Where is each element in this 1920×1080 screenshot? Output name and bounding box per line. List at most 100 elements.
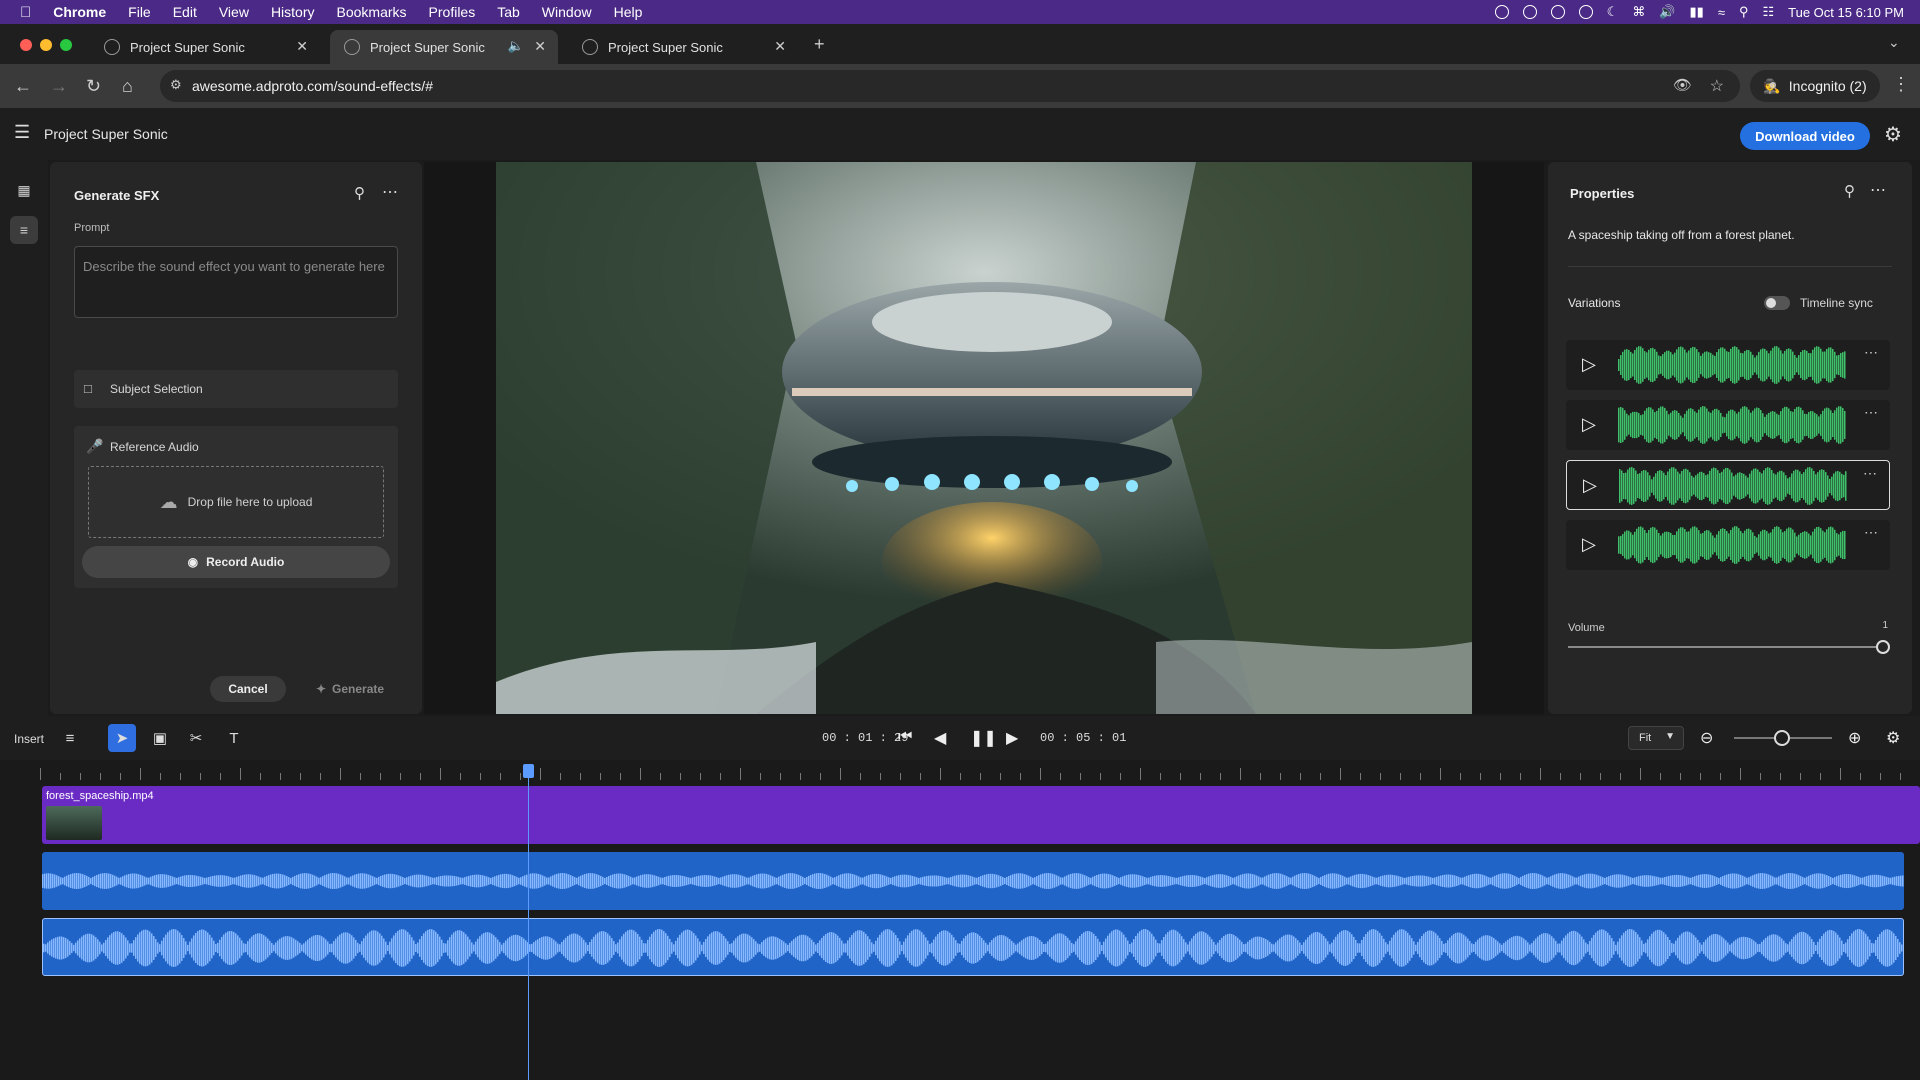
back-icon[interactable]: ← xyxy=(14,76,32,97)
bookmark-star-icon[interactable]: ☆ xyxy=(1710,76,1724,96)
minimize-window-button[interactable] xyxy=(40,39,52,51)
eye-slash-icon[interactable]: 👁 xyxy=(1673,76,1692,94)
variation-more-icon[interactable]: ⋯ xyxy=(1864,344,1878,361)
play-icon[interactable]: ▷ xyxy=(1583,475,1597,496)
menubar-clock[interactable]: Tue Oct 15 6:10 PM xyxy=(1788,5,1904,20)
variation-row[interactable]: ▷ ⋯ xyxy=(1566,340,1890,390)
status-app-icon[interactable] xyxy=(1578,5,1593,19)
crop-tool-icon[interactable]: ▣ xyxy=(146,724,174,752)
speaker-icon[interactable]: 🔈 xyxy=(508,38,524,54)
timeline-sync-toggle[interactable] xyxy=(1764,296,1790,310)
close-window-button[interactable] xyxy=(20,39,32,51)
video-preview[interactable] xyxy=(496,162,1472,714)
video-clip[interactable]: forest_spaceship.mp4 xyxy=(42,786,1920,844)
cut-tool-icon[interactable]: ✂ xyxy=(182,724,210,752)
new-tab-icon[interactable]: + xyxy=(814,34,825,55)
bluetooth-icon[interactable]: ⌘ xyxy=(1632,4,1645,20)
step-forward-icon[interactable]: ▶ xyxy=(1006,728,1018,748)
volume-icon[interactable]: 🔊 xyxy=(1659,4,1675,20)
audio-waveform xyxy=(43,929,1903,967)
zoom-out-icon[interactable]: ⊖ xyxy=(1700,728,1713,748)
download-video-button[interactable]: Download video xyxy=(1740,122,1870,150)
wifi-icon[interactable]: ≈ xyxy=(1718,5,1725,20)
menu-tab[interactable]: Tab xyxy=(497,4,520,20)
variation-more-icon[interactable]: ⋯ xyxy=(1864,404,1878,421)
timeline-sync-control[interactable]: Timeline sync xyxy=(1764,296,1873,310)
menu-history[interactable]: History xyxy=(271,4,315,20)
variation-row[interactable]: ▷ ⋯ xyxy=(1566,520,1890,570)
moon-icon[interactable]: ☾ xyxy=(1607,4,1619,20)
menu-bookmarks[interactable]: Bookmarks xyxy=(337,4,407,20)
zoom-in-icon[interactable]: ⊕ xyxy=(1848,728,1861,748)
close-tab-icon[interactable]: ✕ xyxy=(296,38,308,55)
zoom-slider-handle[interactable] xyxy=(1774,730,1790,746)
tab-search-icon[interactable]: ⌄ xyxy=(1888,34,1900,51)
media-library-icon[interactable]: ▦ xyxy=(10,176,38,204)
more-options-icon[interactable]: ⋯ xyxy=(382,182,398,202)
status-app-icon[interactable] xyxy=(1522,5,1537,19)
play-icon[interactable]: ▷ xyxy=(1582,414,1596,435)
incognito-icon: 🕵 xyxy=(1763,77,1781,94)
volume-slider-track[interactable] xyxy=(1568,646,1884,648)
sound-effects-icon[interactable]: ≡ xyxy=(10,216,38,244)
more-options-icon[interactable]: ⋯ xyxy=(1870,180,1886,200)
close-tab-icon[interactable]: ✕ xyxy=(534,38,546,55)
battery-icon[interactable]: ▮▮ xyxy=(1690,4,1704,20)
select-tool-icon[interactable]: ➤ xyxy=(108,724,136,752)
pause-icon[interactable]: ❚❚ xyxy=(970,728,997,748)
menu-file[interactable]: File xyxy=(128,4,151,20)
menu-view[interactable]: View xyxy=(219,4,249,20)
menu-edit[interactable]: Edit xyxy=(173,4,197,20)
play-icon[interactable]: ▷ xyxy=(1582,354,1596,375)
zoom-window-button[interactable] xyxy=(60,39,72,51)
file-drop-zone[interactable]: ☁ Drop file here to upload xyxy=(88,466,384,538)
browser-tab-active[interactable]: Project Super Sonic 🔈 ✕ xyxy=(330,30,558,64)
generate-button[interactable]: ✦ Generate xyxy=(302,676,398,702)
prompt-input[interactable]: Describe the sound effect you want to ge… xyxy=(74,246,398,318)
playhead[interactable] xyxy=(528,770,529,1080)
volume-slider-handle[interactable] xyxy=(1876,640,1890,654)
browser-menu-icon[interactable]: ⋮ xyxy=(1892,74,1910,95)
reload-icon[interactable]: ↻ xyxy=(86,76,101,97)
zoom-fit-select[interactable]: Fit ▼ xyxy=(1628,726,1684,750)
home-icon[interactable]: ⌂ xyxy=(122,76,133,97)
audio-clip[interactable] xyxy=(42,852,1904,910)
search-icon[interactable]: ⚲ xyxy=(354,184,365,202)
text-tool-icon[interactable]: T xyxy=(220,724,248,752)
time-ruler[interactable] xyxy=(40,766,1920,780)
variation-row[interactable]: ▷ ⋯ xyxy=(1566,460,1890,510)
menu-window[interactable]: Window xyxy=(542,4,592,20)
search-icon[interactable]: ⚲ xyxy=(1844,182,1855,200)
site-info-icon[interactable]: ⚙ xyxy=(170,77,182,93)
browser-tab[interactable]: Project Super Sonic ✕ xyxy=(90,30,320,64)
variation-more-icon[interactable]: ⋯ xyxy=(1863,465,1877,482)
close-tab-icon[interactable]: ✕ xyxy=(774,38,786,55)
variation-more-icon[interactable]: ⋯ xyxy=(1864,524,1878,541)
forward-icon[interactable]: → xyxy=(50,76,68,97)
timeline-sync-label: Timeline sync xyxy=(1800,296,1873,310)
address-bar[interactable]: ⚙ awesome.adproto.com/sound-effects/# 👁 … xyxy=(160,70,1740,102)
status-app-icon[interactable] xyxy=(1550,5,1565,19)
menu-profiles[interactable]: Profiles xyxy=(429,4,476,20)
gear-icon[interactable]: ⚙ xyxy=(1884,122,1902,147)
spotlight-icon[interactable]: ⚲ xyxy=(1739,4,1749,20)
incognito-badge[interactable]: 🕵 Incognito (2) xyxy=(1750,70,1880,102)
hamburger-menu-icon[interactable]: ☰ xyxy=(14,122,30,143)
timeline-settings-icon[interactable]: ⚙ xyxy=(1886,728,1900,748)
skip-back-icon[interactable]: ⏮ xyxy=(898,728,912,746)
play-icon[interactable]: ▷ xyxy=(1582,534,1596,555)
audio-insert-icon[interactable]: ≡ xyxy=(56,724,84,752)
menu-help[interactable]: Help xyxy=(614,4,643,20)
status-app-icon[interactable] xyxy=(1494,5,1509,19)
variation-row[interactable]: ▷ ⋯ xyxy=(1566,400,1890,450)
subject-selection-button[interactable]: □ Subject Selection xyxy=(74,370,398,408)
apple-menu-icon[interactable]:  xyxy=(20,4,31,21)
step-back-icon[interactable]: ◀ xyxy=(934,728,946,748)
audio-clip-selected[interactable] xyxy=(42,918,1904,976)
control-center-icon[interactable]: ☷ xyxy=(1762,4,1774,20)
browser-tab[interactable]: Project Super Sonic ✕ xyxy=(568,30,798,64)
timeline[interactable]: forest_spaceship.mp4 xyxy=(0,760,1920,1080)
record-audio-button[interactable]: ◉ Record Audio xyxy=(82,546,390,578)
menu-app-name[interactable]: Chrome xyxy=(53,4,106,20)
cancel-button[interactable]: Cancel xyxy=(210,676,286,702)
